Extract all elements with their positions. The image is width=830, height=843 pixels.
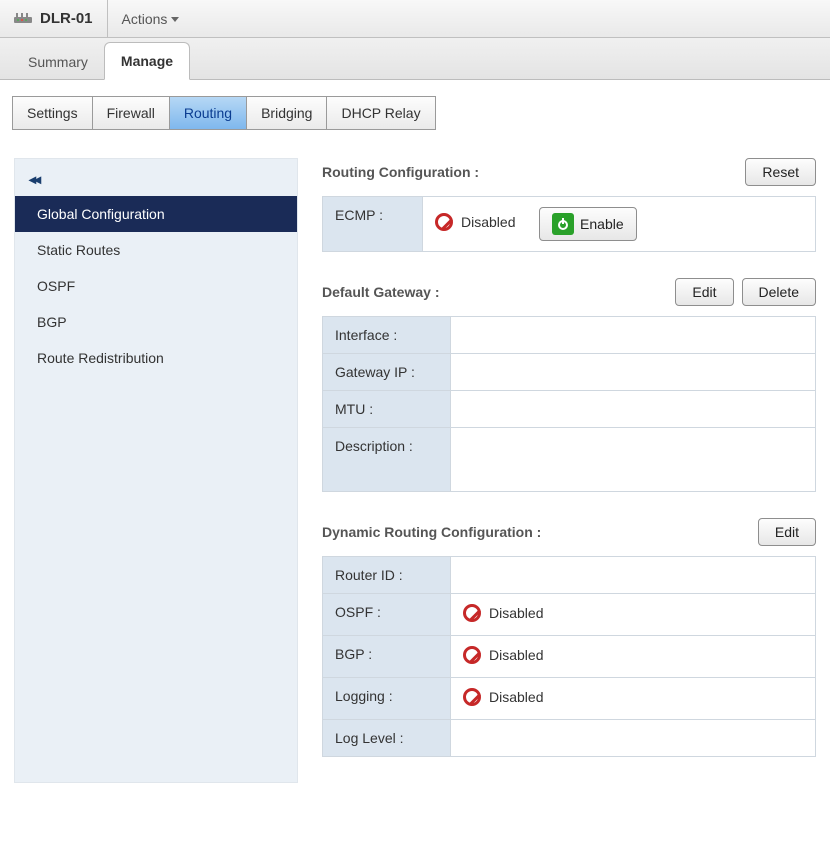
tab-bridging[interactable]: Bridging	[247, 97, 327, 129]
disabled-icon	[435, 213, 453, 231]
tab-dhcp-relay[interactable]: DHCP Relay	[327, 97, 434, 129]
section-default-gateway-head: Default Gateway : Edit Delete	[322, 278, 816, 306]
actions-label: Actions	[122, 11, 168, 27]
dr-ospf-status-text: Disabled	[489, 605, 543, 621]
main-panel: Routing Configuration : Reset ECMP : Dis…	[322, 158, 816, 783]
dr-loglevel-value	[451, 720, 816, 757]
primary-tabs: Summary Manage	[0, 38, 830, 80]
ecmp-cell: Disabled Enable	[423, 197, 816, 252]
tab-firewall[interactable]: Firewall	[93, 97, 170, 129]
ecmp-status-text: Disabled	[461, 214, 515, 230]
sidebar-item-global-configuration[interactable]: Global Configuration	[15, 196, 297, 232]
section-default-gateway-title: Default Gateway :	[322, 284, 667, 300]
dr-logging-status-text: Disabled	[489, 689, 543, 705]
dynamic-routing-table: Router ID : OSPF : Disabled BGP : Dis	[322, 556, 816, 757]
disabled-icon	[463, 688, 481, 706]
dr-routerid-value	[451, 557, 816, 594]
title-bar: DLR-01 Actions	[0, 0, 830, 38]
secondary-tabs-wrap: Settings Firewall Routing Bridging DHCP …	[0, 80, 830, 130]
sidebar: ◂◂ Global Configuration Static Routes OS…	[14, 158, 298, 783]
dr-bgp-status-text: Disabled	[489, 647, 543, 663]
dr-logging-value: Disabled	[451, 678, 816, 720]
edit-dynamic-routing-button[interactable]: Edit	[758, 518, 816, 546]
router-icon	[14, 12, 32, 26]
device-name: DLR-01	[40, 0, 108, 38]
sidebar-item-route-redistribution[interactable]: Route Redistribution	[15, 340, 297, 376]
content: ◂◂ Global Configuration Static Routes OS…	[0, 130, 830, 797]
disabled-icon	[463, 604, 481, 622]
dr-routerid-label: Router ID :	[323, 557, 451, 594]
section-dynamic-routing-head: Dynamic Routing Configuration : Edit	[322, 518, 816, 546]
ecmp-table: ECMP : Disabled En	[322, 196, 816, 252]
sidebar-item-static-routes[interactable]: Static Routes	[15, 232, 297, 268]
delete-default-gateway-button[interactable]: Delete	[742, 278, 816, 306]
dg-interface-value	[451, 317, 816, 354]
dg-interface-label: Interface :	[323, 317, 451, 354]
dg-gatewayip-value	[451, 354, 816, 391]
secondary-tabs: Settings Firewall Routing Bridging DHCP …	[12, 96, 436, 130]
dr-bgp-value: Disabled	[451, 636, 816, 678]
sidebar-item-ospf[interactable]: OSPF	[15, 268, 297, 304]
tab-manage[interactable]: Manage	[104, 42, 190, 80]
ecmp-label: ECMP :	[323, 197, 423, 252]
tab-routing[interactable]: Routing	[170, 97, 247, 129]
sidebar-item-bgp[interactable]: BGP	[15, 304, 297, 340]
actions-menu[interactable]: Actions	[122, 11, 180, 27]
enable-button[interactable]: Enable	[539, 207, 637, 241]
dr-loglevel-label: Log Level :	[323, 720, 451, 757]
edit-default-gateway-button[interactable]: Edit	[675, 278, 733, 306]
dr-logging-label: Logging :	[323, 678, 451, 720]
power-icon	[552, 213, 574, 235]
ecmp-status: Disabled	[435, 213, 515, 231]
tab-summary[interactable]: Summary	[12, 44, 104, 80]
dg-mtu-label: MTU :	[323, 391, 451, 428]
section-dynamic-routing-title: Dynamic Routing Configuration :	[322, 524, 750, 540]
dg-gatewayip-label: Gateway IP :	[323, 354, 451, 391]
dr-ospf-label: OSPF :	[323, 594, 451, 636]
dg-description-value	[451, 428, 816, 492]
chevron-down-icon	[171, 17, 179, 22]
tab-settings[interactable]: Settings	[13, 97, 93, 129]
section-routing-config-head: Routing Configuration : Reset	[322, 158, 816, 186]
collapse-sidebar-icon[interactable]: ◂◂	[15, 159, 297, 196]
disabled-icon	[463, 646, 481, 664]
default-gateway-table: Interface : Gateway IP : MTU : Descripti…	[322, 316, 816, 492]
dg-mtu-value	[451, 391, 816, 428]
dg-description-label: Description :	[323, 428, 451, 492]
dr-bgp-label: BGP :	[323, 636, 451, 678]
dr-ospf-value: Disabled	[451, 594, 816, 636]
reset-button[interactable]: Reset	[745, 158, 816, 186]
section-routing-config-title: Routing Configuration :	[322, 164, 737, 180]
enable-label: Enable	[580, 216, 624, 232]
